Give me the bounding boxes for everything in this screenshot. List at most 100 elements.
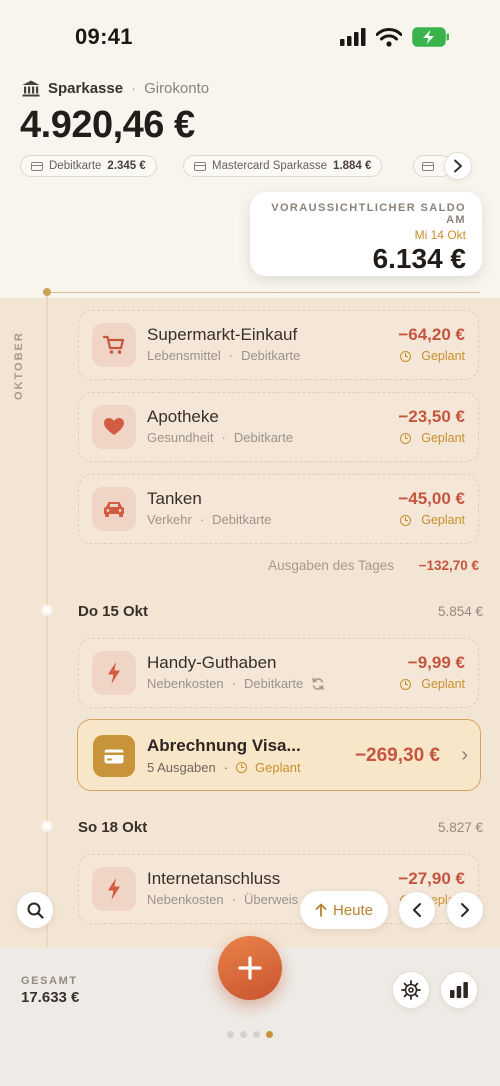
forecast-value: 6.134 € bbox=[372, 243, 466, 274]
day-total-value: −132,70 € bbox=[418, 558, 479, 573]
transaction-title: Handy-Guthaben bbox=[147, 653, 277, 672]
transaction-amount: −27,90 € bbox=[398, 869, 465, 888]
transaction-amount: −64,20 € bbox=[398, 325, 465, 344]
timeline-line bbox=[46, 292, 48, 948]
transaction-subtitle: Lebensmittel · Debitkarte bbox=[147, 348, 301, 363]
clock-icon bbox=[400, 350, 412, 362]
status-icons bbox=[340, 25, 450, 49]
heart-icon bbox=[92, 405, 136, 449]
bolt-icon bbox=[92, 651, 136, 695]
visa-amount: −269,30 € bbox=[354, 745, 440, 766]
chip-value: 2.345 € bbox=[107, 160, 146, 172]
page-dot[interactable] bbox=[227, 1031, 234, 1038]
chevron-right-icon: › bbox=[461, 744, 468, 766]
next-button[interactable] bbox=[446, 891, 484, 929]
chip-mastercard[interactable]: Mastercard Sparkasse 1.884 € bbox=[183, 155, 383, 177]
card-icon bbox=[422, 161, 434, 171]
transaction-subtitle: Nebenkosten · Überweis bbox=[147, 892, 299, 907]
add-transaction-button[interactable] bbox=[218, 936, 282, 1000]
timeline-today-line bbox=[47, 292, 480, 293]
chevron-right-icon bbox=[454, 159, 462, 173]
sun-icon: ✺ bbox=[40, 819, 54, 836]
transaction-handy[interactable]: Handy-Guthaben Nebenkosten · Debitkarte −… bbox=[78, 638, 479, 708]
transaction-subtitle: Gesundheit · Debitkarte bbox=[147, 430, 294, 445]
transaction-title: Supermarkt-Einkauf bbox=[147, 325, 298, 344]
page-dot[interactable] bbox=[253, 1031, 260, 1038]
today-button[interactable]: Heute bbox=[300, 891, 388, 929]
wifi-icon bbox=[376, 27, 402, 47]
transaction-method: Debitkarte bbox=[241, 348, 301, 363]
battery-charging-icon bbox=[412, 27, 449, 47]
statistics-button[interactable] bbox=[440, 971, 478, 1009]
page-indicator bbox=[227, 1031, 273, 1038]
transaction-status: Geplant bbox=[400, 677, 465, 691]
transaction-category: Nebenkosten bbox=[147, 892, 224, 907]
transaction-status: Geplant bbox=[400, 349, 465, 363]
transaction-category: Nebenkosten bbox=[147, 676, 224, 691]
repeat-icon bbox=[312, 677, 324, 690]
day-total-label: Ausgaben des Tages bbox=[268, 558, 394, 573]
day-header: Do 15 Okt bbox=[78, 603, 149, 620]
transaction-status: Geplant bbox=[400, 431, 465, 445]
credit-card-icon bbox=[93, 735, 135, 777]
account-header[interactable]: Sparkasse · Girokonto bbox=[22, 80, 209, 97]
settings-button[interactable] bbox=[392, 971, 430, 1009]
transaction-category: Lebensmittel bbox=[147, 348, 221, 363]
today-label: Heute bbox=[332, 901, 374, 919]
transaction-category: Verkehr bbox=[147, 512, 192, 527]
bolt-icon bbox=[92, 867, 136, 911]
search-icon bbox=[27, 902, 44, 919]
day-balance: 5.827 € bbox=[437, 820, 483, 835]
forecast-label: VORAUSSICHTLICHER SALDO AM bbox=[271, 202, 466, 226]
clock-icon bbox=[400, 432, 412, 444]
signal-icon bbox=[340, 28, 366, 46]
plus-icon bbox=[238, 956, 262, 980]
account-type: Girokonto bbox=[144, 80, 210, 97]
card-icon bbox=[31, 161, 43, 171]
page-dot-active[interactable] bbox=[266, 1031, 273, 1038]
transaction-method: Debitkarte bbox=[243, 676, 304, 691]
chip-value: 1.884 € bbox=[333, 160, 372, 172]
previous-button[interactable] bbox=[398, 891, 436, 929]
transaction-method: Debitkarte bbox=[233, 430, 294, 445]
transaction-apotheke[interactable]: Apotheke Gesundheit · Debitkarte −23,50 €… bbox=[78, 392, 479, 462]
visa-status: Geplant bbox=[255, 760, 301, 775]
account-balance: 4.920,46 € bbox=[20, 104, 195, 146]
transaction-title: Apotheke bbox=[147, 407, 219, 426]
visa-title: Abrechnung Visa... bbox=[147, 736, 301, 755]
day-header: So 18 Okt bbox=[78, 819, 148, 836]
transaction-amount: −9,99 € bbox=[407, 653, 465, 672]
timeline-today-dot bbox=[43, 288, 51, 296]
chip-label: Debitkarte bbox=[49, 160, 102, 172]
bank-icon bbox=[22, 80, 40, 97]
transaction-tanken[interactable]: Tanken Verkehr · Debitkarte −45,00 € Gepl… bbox=[78, 474, 479, 544]
clock-icon bbox=[400, 514, 412, 526]
chips-next-button[interactable] bbox=[444, 152, 472, 180]
transaction-supermarkt[interactable]: Supermarkt-Einkauf Lebensmittel · Debitka… bbox=[78, 310, 479, 380]
page-dot[interactable] bbox=[240, 1031, 247, 1038]
cart-icon bbox=[92, 323, 136, 367]
visa-statement-group[interactable]: Abrechnung Visa... 5 Ausgaben · Geplant −… bbox=[77, 719, 481, 791]
status-time: 09:41 bbox=[75, 24, 133, 49]
transaction-amount: −23,50 € bbox=[398, 407, 465, 426]
app-screen: 09:41 Sparkasse · Girokonto 4.920,46 € D… bbox=[0, 0, 500, 1086]
transaction-amount: −45,00 € bbox=[398, 489, 465, 508]
transaction-subtitle: Verkehr · Debitkarte bbox=[147, 512, 272, 527]
visa-subtitle: 5 Ausgaben · Geplant bbox=[147, 760, 301, 775]
transaction-method: Überweis bbox=[243, 892, 299, 907]
car-icon bbox=[92, 487, 136, 531]
total-value: 17.633 € bbox=[21, 989, 80, 1006]
chip-debitkarte[interactable]: Debitkarte 2.345 € bbox=[20, 155, 157, 177]
chip-label: Mastercard Sparkasse bbox=[212, 160, 328, 172]
arrow-up-icon bbox=[315, 903, 327, 917]
chevron-left-icon bbox=[413, 903, 421, 917]
bank-separator: · bbox=[131, 80, 137, 97]
sun-icon: ✺ bbox=[40, 603, 54, 620]
search-button[interactable] bbox=[16, 891, 54, 929]
bank-name: Sparkasse bbox=[48, 80, 124, 97]
forecast-card[interactable]: VORAUSSICHTLICHER SALDO AM Mi 14 Okt 6.1… bbox=[250, 192, 482, 276]
transaction-subtitle: Nebenkosten · Debitkarte bbox=[147, 676, 325, 691]
transaction-method: Debitkarte bbox=[212, 512, 272, 527]
card-icon bbox=[194, 161, 206, 171]
total-label: GESAMT bbox=[21, 975, 78, 987]
